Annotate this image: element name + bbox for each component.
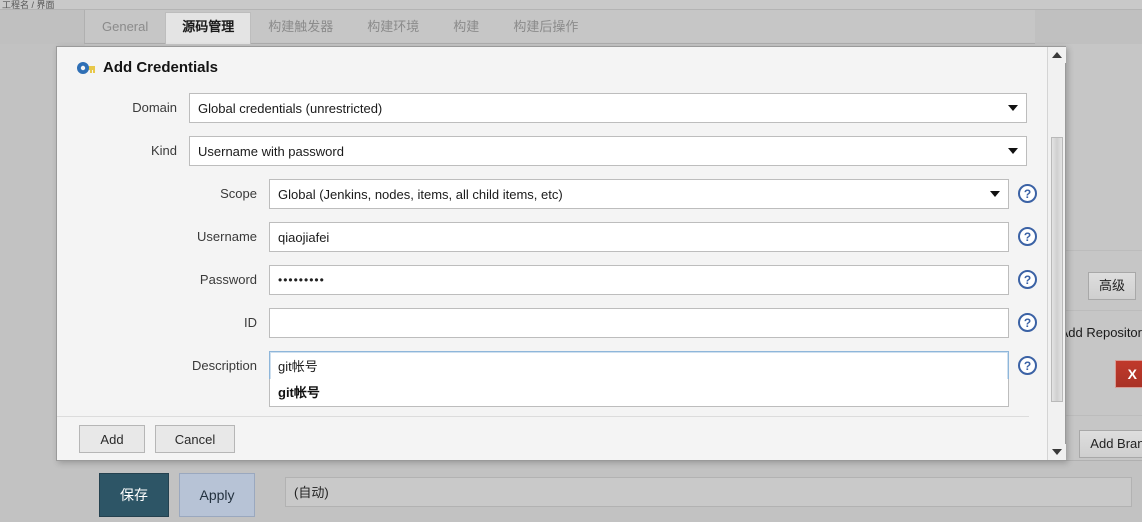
dialog-title-bar: Add Credentials xyxy=(77,59,218,76)
chevron-down-icon xyxy=(1008,105,1018,111)
dialog-content: Add Credentials Domain Global credential… xyxy=(57,47,1047,460)
id-input-wrap xyxy=(269,308,1009,338)
triangle-down-icon xyxy=(1052,449,1062,455)
label-kind: Kind xyxy=(150,143,177,158)
credentials-form: Domain Global credentials (unrestricted)… xyxy=(57,91,1047,421)
cancel-button[interactable]: Cancel xyxy=(155,425,235,453)
dialog-footer: Add Cancel xyxy=(57,416,1029,460)
add-branch-button[interactable]: Add Branc xyxy=(1079,430,1142,458)
kind-select[interactable]: Username with password xyxy=(189,136,1027,166)
tab-scm[interactable]: 源码管理 xyxy=(165,12,252,45)
form-row-scope: Scope Global (Jenkins, nodes, items, all… xyxy=(57,177,1047,220)
label-scope: Scope xyxy=(220,186,257,201)
tab-build[interactable]: 构建 xyxy=(436,12,496,44)
add-credentials-button[interactable]: Add xyxy=(79,425,145,453)
help-icon-password[interactable]: ? xyxy=(1018,270,1037,289)
autocomplete-suggestion-item[interactable]: git帐号 xyxy=(269,379,1009,407)
tab-build-triggers[interactable]: 构建触发器 xyxy=(251,12,350,44)
apply-button[interactable]: Apply xyxy=(179,473,255,517)
advanced-button[interactable]: 高级 xyxy=(1087,272,1136,300)
dialog-scrollbar[interactable] xyxy=(1047,47,1066,460)
form-row-kind: Kind Username with password xyxy=(57,134,1047,177)
chevron-down-icon xyxy=(990,191,1000,197)
label-password: Password xyxy=(199,272,257,287)
form-row-domain: Domain Global credentials (unrestricted) xyxy=(57,91,1047,134)
scope-select-wrap: Global (Jenkins, nodes, items, all child… xyxy=(269,179,1009,209)
key-icon xyxy=(77,61,95,74)
dialog-title-text: Add Credentials xyxy=(103,59,219,76)
add-credentials-dialog: Add Credentials Domain Global credential… xyxy=(56,46,1066,461)
tab-build-environment[interactable]: 构建环境 xyxy=(350,12,436,44)
form-row-description: Description git帐号 ? git帐号 xyxy=(57,349,1047,421)
tab-post-build-actions[interactable]: 构建后操作 xyxy=(496,12,595,44)
form-row-password: Password ••••••••• ? xyxy=(57,263,1047,306)
scope-select[interactable]: Global (Jenkins, nodes, items, all child… xyxy=(269,179,1009,209)
chevron-down-icon xyxy=(1008,148,1018,154)
scrollbar-up-button[interactable] xyxy=(1048,47,1066,63)
label-description: Description xyxy=(191,358,257,373)
add-repository-button[interactable]: Add Repositor xyxy=(1060,325,1142,340)
password-input[interactable]: ••••••••• xyxy=(269,265,1009,295)
kind-select-wrap: Username with password xyxy=(189,136,1027,166)
tab-bar: General 源码管理 构建触发器 构建环境 构建 构建后操作 xyxy=(85,10,1035,45)
help-icon-description[interactable]: ? xyxy=(1018,356,1037,375)
form-row-username: Username qiaojiafei ? xyxy=(57,220,1047,263)
save-button[interactable]: 保存 xyxy=(99,473,169,517)
label-domain: Domain xyxy=(132,100,177,115)
label-id: ID xyxy=(244,315,257,330)
domain-select[interactable]: Global credentials (unrestricted) xyxy=(189,93,1027,123)
scrollbar-down-button[interactable] xyxy=(1048,444,1066,460)
form-action-bar: 保存 Apply (自动) xyxy=(85,460,1142,522)
username-input-wrap: qiaojiafei xyxy=(269,222,1009,252)
description-input-wrap: git帐号 xyxy=(269,351,1009,381)
help-icon-scope[interactable]: ? xyxy=(1018,184,1037,203)
breadcrumb: 工程名 / 界面 xyxy=(2,0,55,10)
domain-select-wrap: Global credentials (unrestricted) xyxy=(189,93,1027,123)
tab-general[interactable]: General xyxy=(85,12,165,44)
help-icon-username[interactable]: ? xyxy=(1018,227,1037,246)
form-row-id: ID ? xyxy=(57,306,1047,349)
breadcrumb-strip: 工程名 / 界面 xyxy=(0,0,1142,10)
id-input[interactable] xyxy=(269,308,1009,338)
tabbar-left-spacer xyxy=(0,10,85,44)
password-input-wrap: ••••••••• xyxy=(269,265,1009,295)
triangle-up-icon xyxy=(1052,52,1062,58)
description-input[interactable]: git帐号 xyxy=(269,351,1009,381)
scrollbar-thumb[interactable] xyxy=(1051,137,1063,402)
username-input[interactable]: qiaojiafei xyxy=(269,222,1009,252)
auto-value-field[interactable]: (自动) xyxy=(285,477,1132,507)
help-icon-id[interactable]: ? xyxy=(1018,313,1037,332)
label-username: Username xyxy=(197,229,257,244)
delete-repository-button[interactable]: X xyxy=(1114,360,1142,388)
tab-list: General 源码管理 构建触发器 构建环境 构建 构建后操作 xyxy=(85,10,1035,45)
